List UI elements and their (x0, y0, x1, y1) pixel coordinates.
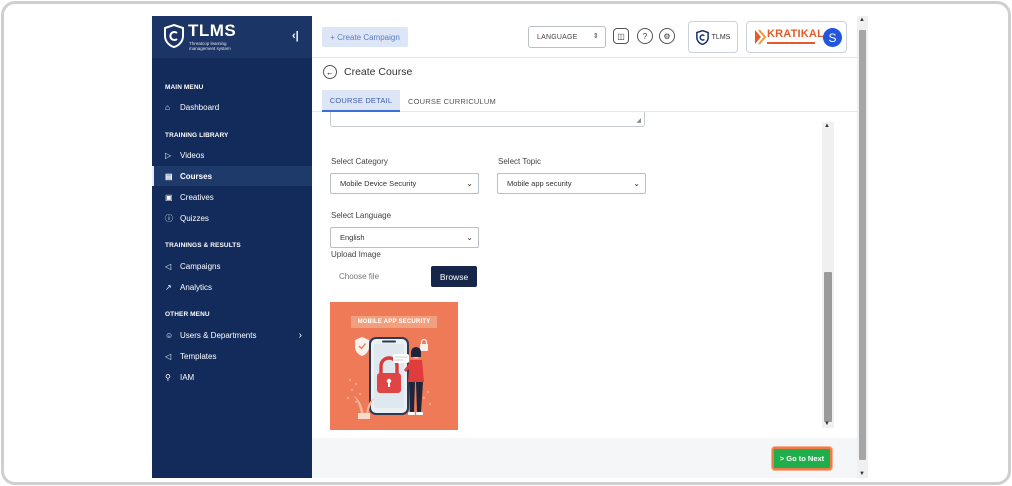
megaphone-icon: ◁ (165, 261, 172, 271)
sidebar-item-users-departments[interactable]: ☺ Users & Departments › (152, 325, 312, 345)
category-select-value: Mobile Device Security (340, 179, 417, 188)
content-scrollbar[interactable]: ▲ ▼ (822, 122, 834, 428)
language-label: Select Language (331, 211, 392, 220)
sidebar-item-label: Courses (180, 171, 213, 181)
home-icon: ⌂ (165, 102, 170, 112)
tab-course-detail[interactable]: COURSE DETAIL (322, 90, 400, 112)
sidebar-item-label: Campaigns (180, 261, 221, 271)
tlms-logo-icon (164, 24, 184, 48)
tab-course-curriculum[interactable]: COURSE CURRICULUM (402, 90, 502, 112)
sidebar-item-label: Videos (180, 150, 205, 160)
page-scroll-thumb[interactable] (859, 30, 866, 460)
sidebar-item-label: Analytics (180, 282, 213, 292)
sidebar-item-courses[interactable]: ▤ Courses (152, 166, 312, 186)
sidebar: TLMS Threatcop learning management syste… (152, 16, 312, 478)
collapse-sidebar-icon[interactable]: ‹| (292, 30, 299, 42)
brand-subtitle: Threatcop learning management system (189, 41, 231, 51)
sidebar-item-label: Quizzes (180, 213, 209, 223)
question-icon: ⓘ (165, 213, 173, 223)
screenshot-frame: TLMS Threatcop learning management syste… (1, 1, 1011, 485)
image-icon: ▣ (165, 192, 173, 202)
sidebar-item-iam[interactable]: ⚲ IAM (152, 367, 312, 387)
browse-button[interactable]: Browse (431, 266, 477, 287)
org-profile[interactable]: KRATIKAL S (746, 21, 847, 53)
mobile-security-illustration (346, 337, 432, 419)
brand-title: TLMS (188, 21, 237, 40)
megaphone-icon: ◁ (165, 351, 172, 361)
back-arrow-icon[interactable]: ← (323, 65, 337, 79)
sidebar-item-videos[interactable]: ▷ Videos (152, 145, 312, 165)
sidebar-item-templates[interactable]: ◁ Templates (152, 346, 312, 366)
tlms-shield-icon (695, 29, 709, 45)
go-to-next-button[interactable]: > Go to Next (772, 447, 832, 470)
key-icon: ⚲ (165, 372, 171, 382)
nav-heading-training-library: TRAINING LIBRARY (165, 132, 229, 139)
sidebar-item-label: Templates (180, 351, 217, 361)
chevron-right-icon: › (298, 329, 302, 341)
sidebar-item-label: Creatives (180, 192, 214, 202)
org-logo-underline (767, 42, 815, 44)
settings-gear-icon[interactable]: ⚙ (659, 28, 675, 44)
chart-icon: ↗ (165, 282, 172, 292)
topic-label: Select Topic (498, 157, 541, 166)
form-footer: > Go to Next (312, 438, 857, 478)
app-window: TLMS Threatcop learning management syste… (152, 16, 868, 478)
create-campaign-button[interactable]: + Create Campaign (322, 27, 408, 47)
sidebar-item-label: Dashboard (180, 102, 220, 112)
language-select-value: English (340, 233, 365, 242)
tlms-switch-badge[interactable]: TLMS (688, 21, 738, 53)
chevron-down-icon: ⌄ (466, 179, 473, 188)
sidebar-item-analytics[interactable]: ↗ Analytics (152, 277, 312, 297)
course-image-preview: MOBILE APP SECURITY (330, 302, 458, 430)
help-icon[interactable]: ? (637, 28, 653, 44)
course-form: ◢ Select Category Mobile Device Security… (312, 112, 857, 438)
file-upload: Choose file Browse (330, 266, 478, 287)
file-input[interactable]: Choose file (330, 266, 430, 287)
content-scroll-thumb[interactable] (824, 272, 832, 422)
category-select[interactable]: Mobile Device Security ⌄ (330, 173, 479, 194)
brand-bar: TLMS Threatcop learning management syste… (152, 16, 312, 58)
nav-heading-main-menu: MAIN MENU (165, 84, 204, 91)
page-scrollbar[interactable]: ▲ ▼ (857, 16, 868, 478)
language-select[interactable]: LANGUAGE ⇕ (528, 26, 606, 48)
page-title: Create Course (344, 66, 413, 78)
sidebar-item-quizzes[interactable]: ⓘ Quizzes (152, 208, 312, 228)
sidebar-item-label: Users & Departments (180, 330, 257, 340)
chevron-down-icon: ⌄ (633, 179, 640, 188)
top-header: + Create Campaign LANGUAGE ⇕ ◫ ? ⚙ TLMS (312, 16, 857, 58)
scroll-down-arrow-icon[interactable]: ▼ (824, 421, 830, 427)
book-icon: ▤ (165, 171, 173, 181)
category-label: Select Category (331, 157, 388, 166)
sidebar-item-creatives[interactable]: ▣ Creatives (152, 187, 312, 207)
nav-heading-other-menu: OTHER MENU (165, 311, 210, 318)
book-open-icon[interactable]: ◫ (613, 28, 629, 44)
resize-grip-icon: ◢ (636, 118, 641, 124)
sidebar-item-label: IAM (180, 372, 195, 382)
chevron-down-icon: ⌄ (466, 233, 473, 242)
org-logo-text: KRATIKAL (767, 28, 824, 40)
course-tabs: COURSE DETAIL COURSE CURRICULUM (312, 90, 857, 112)
page-titlebar: ← Create Course (312, 58, 857, 90)
topic-select[interactable]: Mobile app security ⌄ (497, 173, 646, 194)
language-select-label: LANGUAGE (537, 33, 578, 41)
page-scroll-up-arrow-icon[interactable]: ▲ (859, 17, 865, 23)
sidebar-item-campaigns[interactable]: ◁ Campaigns (152, 256, 312, 276)
topic-select-value: Mobile app security (507, 179, 572, 188)
course-language-select[interactable]: English ⌄ (330, 227, 479, 248)
user-icon: ☺ (165, 330, 174, 340)
nav-heading-trainings-results: TRAININGS & RESULTS (165, 242, 241, 249)
upload-label: Upload Image (331, 250, 381, 259)
page-scroll-down-arrow-icon[interactable]: ▼ (859, 471, 865, 477)
video-icon: ▷ (165, 150, 172, 160)
sidebar-item-dashboard[interactable]: ⌂ Dashboard (152, 97, 312, 117)
tlms-badge-label: TLMS (711, 33, 731, 41)
sort-arrows-icon: ⇕ (592, 33, 599, 40)
description-textarea[interactable]: ◢ (330, 112, 645, 127)
user-avatar[interactable]: S (823, 28, 842, 47)
scroll-up-arrow-icon[interactable]: ▲ (824, 123, 830, 129)
